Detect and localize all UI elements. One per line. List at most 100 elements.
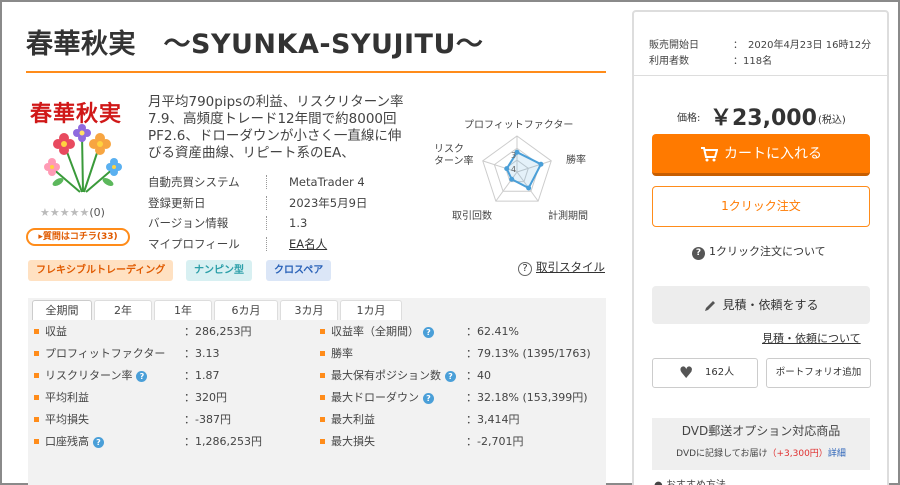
tab-all[interactable]: 全期間 xyxy=(32,300,92,320)
price: ￥23,000 xyxy=(710,106,817,131)
radar-label-riskreturn: リスク ターン率 xyxy=(434,144,474,167)
product-logo: 春華秋実 xyxy=(28,96,133,199)
purchase-sidebar: 販売開始日 ： 2020年4月23日 16時12分 利用者数 ：118名 価格:… xyxy=(632,10,889,485)
stat-row: 平均利益 ：320円 xyxy=(34,387,314,409)
quote-about-link[interactable]: 見積・依頼について xyxy=(762,330,861,346)
bullet-square xyxy=(34,438,39,444)
stat-label: 最大利益 xyxy=(331,413,375,426)
favorite-count: 162人 xyxy=(705,367,735,378)
add-portfolio-button[interactable]: ポートフォリオ追加 xyxy=(766,358,871,388)
info-key: マイプロフィール xyxy=(148,236,240,251)
dvd-option-box: DVD郵送オプション対応商品 DVDに記録してお届け（+3,300円）詳細 xyxy=(652,418,870,470)
radar-chart: 3 4 プロフィットファクター 勝率 計測期間 取引回数 リスク ターン率 xyxy=(412,110,602,225)
stat-label: 最大保有ポジション数 xyxy=(331,369,441,382)
flower-icon xyxy=(44,124,122,193)
stat-label: プロフィットファクター xyxy=(45,347,166,360)
stat-value: ：3.13 xyxy=(184,347,220,360)
quote-request-button[interactable]: 見積・依頼をする xyxy=(652,286,870,324)
info-value: 2023年5月9日 xyxy=(289,195,368,210)
help-icon[interactable]: ? xyxy=(423,326,434,338)
tab-1m[interactable]: 1カ月 xyxy=(340,300,402,320)
radar-label-pf: プロフィットファクター xyxy=(464,120,574,131)
tab-6m[interactable]: 6カ月 xyxy=(214,300,278,320)
stat-value: ：32.18% (153,399円) xyxy=(466,391,588,404)
profile-link[interactable]: EA名人 xyxy=(289,234,327,255)
question-icon: ? xyxy=(692,247,705,260)
qa-button[interactable]: ▸質問はコチラ(33) xyxy=(26,228,130,246)
stat-row: 最大損失 ：-2,701円 xyxy=(320,431,600,453)
quote-request-label: 見積・依頼をする xyxy=(722,298,819,312)
radar-label-winrate: 勝率 xyxy=(566,155,586,166)
question-icon: ? xyxy=(518,262,532,276)
dvd-option-note: DVDに記録してお届け（+3,300円）詳細 xyxy=(652,446,870,459)
page-title: 春華秋実 ～SYUNKA-SYUJITU～ xyxy=(26,29,484,60)
stat-row: 最大保有ポジション数? ：40 xyxy=(320,365,600,387)
info-key: バージョン情報 xyxy=(148,216,229,230)
stat-value: ：320円 xyxy=(184,391,227,404)
help-icon[interactable]: ? xyxy=(445,370,456,382)
stat-label: 口座残高 xyxy=(45,435,89,448)
stat-row: 収益 ：286,253円 xyxy=(34,321,314,343)
radar-point xyxy=(504,166,510,172)
tab-3m[interactable]: 3カ月 xyxy=(280,300,338,320)
product-description: 月平均790pipsの利益、リスクリターン率7.9、高頻度トレード12年間で約8… xyxy=(148,94,411,161)
dvd-option-price: （+3,300円） xyxy=(767,449,828,459)
tab-2y[interactable]: 2年 xyxy=(94,300,152,320)
price-label: 価格: xyxy=(677,113,701,124)
title-underline xyxy=(26,71,606,73)
stat-row: 勝率 ：79.13% (1395/1763) xyxy=(320,343,600,365)
sale-start-key: 販売開始日 xyxy=(649,40,699,51)
trade-style-link[interactable]: ? 取引スタイル xyxy=(518,259,605,276)
tag-flexible[interactable]: フレキシブルトレーディング xyxy=(28,260,174,281)
sale-start: 販売開始日 ： 2020年4月23日 16時12分 xyxy=(649,36,871,51)
help-icon[interactable]: ? xyxy=(423,392,434,404)
stat-value: ：-2,701円 xyxy=(466,435,524,448)
tag-cross[interactable]: クロスペア xyxy=(266,260,332,281)
stat-row: 口座残高? ：1,286,253円 xyxy=(34,431,314,453)
rating-count: (0) xyxy=(89,206,105,219)
stat-value: ：286,253円 xyxy=(184,325,252,338)
stat-value: ：40 xyxy=(466,369,491,382)
stat-value: ：-387円 xyxy=(184,413,231,426)
user-count-value: ：118名 xyxy=(733,56,773,67)
dvd-detail-link[interactable]: 詳細 xyxy=(828,449,846,459)
rating: ★★★★★(0) xyxy=(40,206,105,219)
bullet-square xyxy=(320,328,325,334)
one-click-order-button[interactable]: 1クリック注文 xyxy=(652,186,870,227)
bullet-square xyxy=(34,350,39,356)
trade-style-label: 取引スタイル xyxy=(536,260,605,274)
info-row-version: バージョン情報 1.3 xyxy=(148,213,373,234)
dvd-option-text: DVDに記録してお届け xyxy=(676,449,768,459)
pencil-icon xyxy=(705,300,716,311)
info-row-profile: マイプロフィール EA名人 xyxy=(148,234,373,255)
stat-row: 最大利益 ：3,414円 xyxy=(320,409,600,431)
info-key: 登録更新日 xyxy=(148,195,206,210)
add-to-cart-button[interactable]: カートに入れる xyxy=(652,134,870,176)
user-count: 利用者数 ：118名 xyxy=(649,52,772,67)
stat-row: プロフィットファクター ：3.13 xyxy=(34,343,314,365)
bullet-square xyxy=(34,372,39,378)
tab-1y[interactable]: 1年 xyxy=(154,300,212,320)
bullet-square xyxy=(320,438,325,444)
dvd-option-title: DVD郵送オプション対応商品 xyxy=(681,424,841,438)
stat-value: ：79.13% (1395/1763) xyxy=(466,347,591,360)
rating-stars: ★★★★★ xyxy=(40,206,90,219)
stat-label: 平均損失 xyxy=(45,413,89,426)
radar-point xyxy=(509,176,515,182)
product-info: 自動売買システム MetaTrader 4 登録更新日 2023年5月9日 バー… xyxy=(148,172,373,254)
bullet-square xyxy=(320,350,325,356)
tag-nanpin[interactable]: ナンピン型 xyxy=(186,260,252,281)
stat-label: 最大ドローダウン xyxy=(331,391,419,404)
one-click-about-link[interactable]: ? 1クリック注文について xyxy=(692,243,826,260)
heart-icon: ♥ xyxy=(679,363,694,382)
radar-point xyxy=(538,161,544,167)
favorite-button[interactable]: ♥ 162人 xyxy=(652,358,758,388)
help-icon[interactable]: ? xyxy=(136,370,148,382)
help-icon[interactable]: ? xyxy=(93,436,104,448)
bullet-square xyxy=(34,416,39,422)
stat-label: 勝率 xyxy=(331,347,353,360)
radar-label-trades: 取引回数 xyxy=(452,211,492,222)
sale-info: 販売開始日 ： 2020年4月23日 16時12分 利用者数 ：118名 xyxy=(634,12,887,76)
stat-value: ：1,286,253円 xyxy=(184,435,262,448)
radar-scale-label: 4 xyxy=(511,165,516,174)
